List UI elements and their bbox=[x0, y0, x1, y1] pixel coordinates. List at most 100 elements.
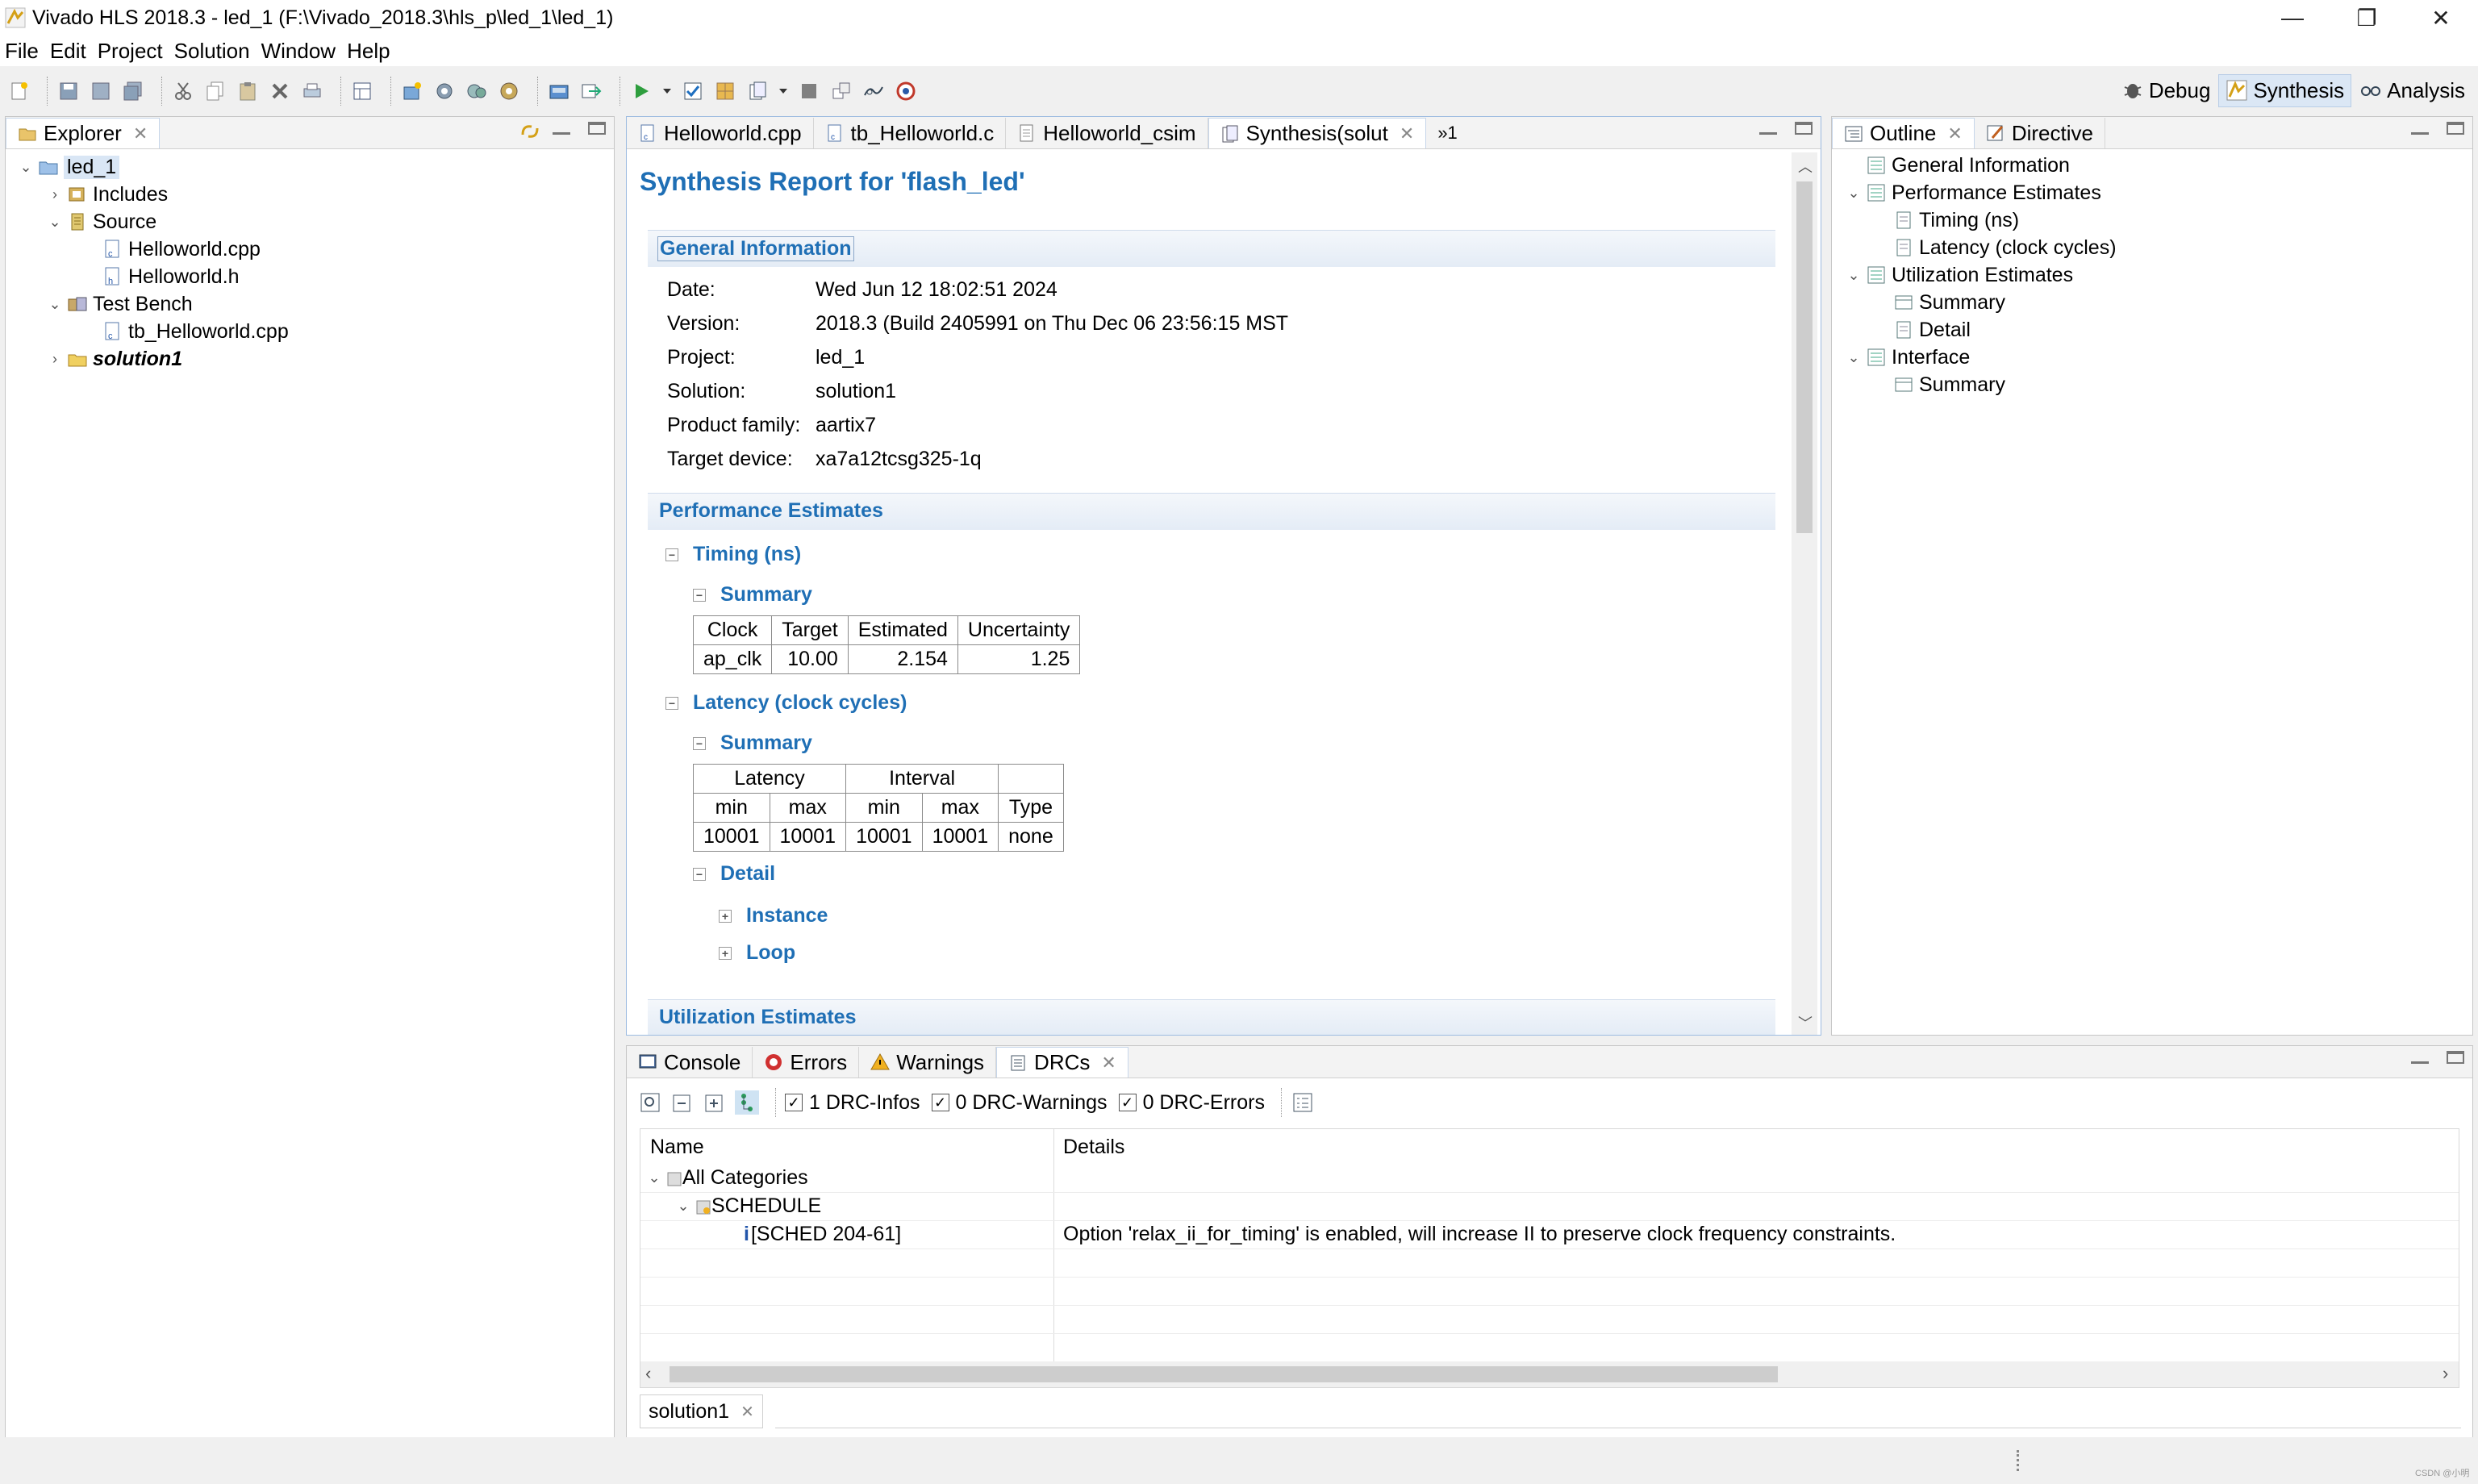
tab-console[interactable]: Console bbox=[627, 1047, 753, 1078]
drc-infos-checkbox[interactable]: ✓ bbox=[785, 1094, 803, 1111]
subsection-timing-summary[interactable]: − Summary bbox=[693, 583, 812, 607]
outline-item-latency[interactable]: Latency (clock cycles) bbox=[1893, 235, 2117, 261]
menu-solution[interactable]: Solution bbox=[174, 39, 250, 64]
run-dropdown-chevron-down-icon[interactable] bbox=[661, 79, 673, 103]
section-utilization-estimates[interactable]: Utilization Estimates bbox=[659, 1006, 857, 1029]
print-icon[interactable] bbox=[300, 79, 324, 103]
subsection-loop[interactable]: + Loop bbox=[719, 941, 795, 965]
maximize-view-icon[interactable] bbox=[2447, 1051, 2464, 1064]
minimize-view-icon[interactable] bbox=[2411, 122, 2429, 135]
collapse-icon[interactable]: − bbox=[665, 696, 678, 710]
close-icon[interactable]: ✕ bbox=[740, 1402, 754, 1422]
outline-item-utilization-summary[interactable]: Summary bbox=[1893, 290, 2005, 315]
scroll-down-icon[interactable]: ﹀ bbox=[1798, 1012, 1813, 1033]
menu-help[interactable]: Help bbox=[347, 39, 390, 64]
tree-item-testbench[interactable]: ⌄ Test Bench bbox=[46, 291, 192, 317]
expand-icon[interactable]: + bbox=[719, 909, 732, 923]
analysis-view-icon[interactable] bbox=[861, 79, 886, 103]
tree-item-source[interactable]: ⌄ Source bbox=[46, 209, 156, 235]
copy-icon[interactable] bbox=[203, 79, 227, 103]
tree-item-project[interactable]: ⌄ led_1 bbox=[17, 154, 120, 180]
tab-tb-helloworld[interactable]: c tb_Helloworld.c bbox=[814, 118, 1007, 148]
chevron-down-icon[interactable]: ⌄ bbox=[1845, 184, 1863, 202]
drc-warnings-checkbox[interactable]: ✓ bbox=[931, 1094, 949, 1111]
subsection-timing[interactable]: − Timing (ns) bbox=[665, 543, 801, 566]
subsection-instance[interactable]: + Instance bbox=[719, 904, 828, 928]
tree-item-includes[interactable]: › Includes bbox=[46, 181, 168, 207]
chevron-right-icon[interactable]: › bbox=[46, 350, 64, 368]
collapse-icon[interactable]: − bbox=[693, 736, 706, 750]
maximize-view-icon[interactable] bbox=[588, 122, 606, 135]
chevron-right-icon[interactable]: › bbox=[46, 186, 64, 203]
outline-item-utilization-detail[interactable]: Detail bbox=[1893, 317, 1971, 343]
cosimulation-icon[interactable] bbox=[547, 79, 571, 103]
vertical-scrollbar[interactable]: ︿ ﹀ bbox=[1792, 152, 1817, 1035]
tree-item-source-file[interactable]: h Helloworld.h bbox=[102, 264, 240, 290]
columns-settings-icon[interactable] bbox=[1291, 1090, 1315, 1115]
table-row[interactable]: i [SCHED 204-61] Option 'relax_ii_for_ti… bbox=[640, 1221, 2459, 1249]
subsection-latency-summary[interactable]: − Summary bbox=[693, 732, 812, 755]
save-all-icon[interactable] bbox=[121, 79, 145, 103]
section-performance-estimates[interactable]: Performance Estimates bbox=[659, 499, 883, 523]
perspective-synthesis[interactable]: Synthesis bbox=[2218, 73, 2352, 107]
tab-directive[interactable]: Directive bbox=[1975, 118, 2105, 148]
new-icon[interactable] bbox=[6, 79, 31, 103]
compare-reports-icon[interactable] bbox=[713, 79, 737, 103]
link-with-editor-icon[interactable] bbox=[519, 120, 541, 143]
minimize-button[interactable]: — bbox=[2255, 0, 2330, 35]
drc-errors-checkbox[interactable]: ✓ bbox=[1118, 1094, 1137, 1111]
stop-icon[interactable] bbox=[797, 79, 821, 103]
scrollbar-thumb[interactable] bbox=[1796, 181, 1813, 533]
outline-item-interface-summary[interactable]: Summary bbox=[1893, 372, 2005, 398]
chevron-down-icon[interactable]: ⌄ bbox=[1845, 348, 1863, 366]
menu-project[interactable]: Project bbox=[98, 39, 163, 64]
chevron-down-icon[interactable]: ⌄ bbox=[674, 1198, 692, 1215]
collapse-icon[interactable]: − bbox=[693, 867, 706, 881]
expand-all-icon[interactable] bbox=[703, 1090, 727, 1115]
collapse-all-icon[interactable] bbox=[670, 1090, 695, 1115]
tree-item-source-file[interactable]: c Helloworld.cpp bbox=[102, 236, 261, 262]
new-solution-icon[interactable] bbox=[400, 79, 424, 103]
expand-icon[interactable]: + bbox=[719, 946, 732, 960]
column-header-details[interactable]: Details bbox=[1063, 1136, 1124, 1159]
menu-file[interactable]: File bbox=[5, 39, 39, 64]
scroll-left-icon[interactable]: ‹ bbox=[645, 1363, 651, 1384]
project-settings-icon[interactable] bbox=[350, 79, 374, 103]
outline-item-timing[interactable]: Timing (ns) bbox=[1893, 207, 2019, 233]
tab-helloworld-cpp[interactable]: c Helloworld.cpp bbox=[627, 118, 814, 148]
check-icon[interactable] bbox=[681, 79, 705, 103]
tab-synthesis-report[interactable]: Synthesis(solut ✕ bbox=[1208, 118, 1427, 148]
menu-window[interactable]: Window bbox=[261, 39, 336, 64]
cut-icon[interactable] bbox=[171, 79, 195, 103]
tab-outline[interactable]: Outline ✕ bbox=[1832, 118, 1975, 148]
outline-item-interface[interactable]: ⌄ Interface bbox=[1845, 344, 1970, 370]
outline-item-general[interactable]: General Information bbox=[1866, 152, 2070, 178]
hierarchy-icon[interactable] bbox=[735, 1090, 759, 1115]
close-icon[interactable]: ✕ bbox=[133, 123, 148, 144]
close-icon[interactable]: ✕ bbox=[1947, 123, 1962, 144]
scroll-up-icon[interactable]: ︿ bbox=[1798, 156, 1813, 177]
horizontal-scrollbar[interactable]: ‹ › bbox=[640, 1361, 2459, 1387]
perspective-debug[interactable]: Debug bbox=[2115, 75, 2217, 106]
collapse-icon[interactable]: − bbox=[665, 548, 678, 561]
save-as-icon[interactable] bbox=[89, 79, 113, 103]
tab-warnings[interactable]: Warnings bbox=[859, 1047, 997, 1078]
export-rtl-icon[interactable] bbox=[579, 79, 603, 103]
run-icon[interactable] bbox=[629, 79, 653, 103]
open-report-icon[interactable] bbox=[745, 79, 770, 103]
table-row[interactable]: ⌄ All Categories bbox=[640, 1165, 2459, 1193]
close-button[interactable]: ✕ bbox=[2404, 0, 2478, 35]
scroll-right-icon[interactable]: › bbox=[2443, 1363, 2448, 1384]
tree-item-solution[interactable]: › solution1 bbox=[46, 346, 182, 372]
tab-helloworld-csim[interactable]: Helloworld_csim bbox=[1006, 118, 1208, 148]
paste-icon[interactable] bbox=[236, 79, 260, 103]
xilinx-help-icon[interactable] bbox=[894, 79, 918, 103]
scrollbar-thumb[interactable] bbox=[670, 1366, 1778, 1382]
tab-explorer[interactable]: Explorer ✕ bbox=[6, 118, 161, 148]
tab-drcs[interactable]: DRCs ✕ bbox=[996, 1047, 1128, 1078]
restore-button[interactable]: ❐ bbox=[2330, 0, 2404, 35]
tab-overflow-button[interactable]: »1 bbox=[1426, 118, 1468, 148]
chevron-down-icon[interactable]: ⌄ bbox=[1845, 266, 1863, 284]
tab-solution1[interactable]: solution1 ✕ bbox=[640, 1394, 763, 1428]
report-dropdown-chevron-down-icon[interactable] bbox=[778, 79, 789, 103]
